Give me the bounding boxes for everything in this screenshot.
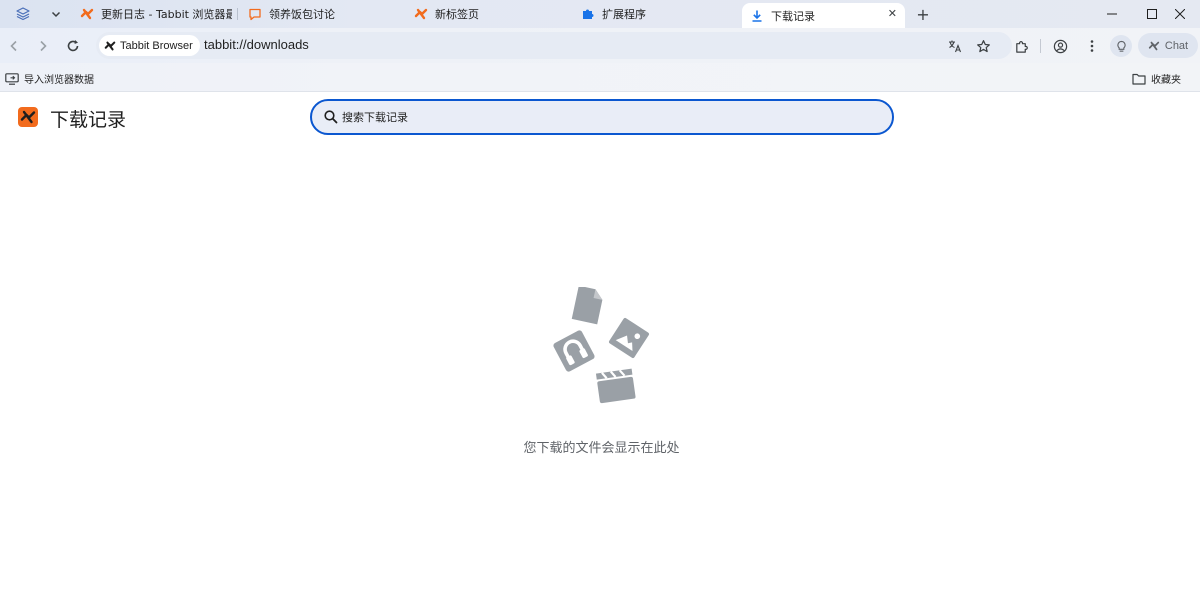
favorites-folder[interactable]: 收藏夹 — [1132, 71, 1181, 86]
audio-file-icon — [553, 330, 595, 372]
plus-icon: + — [916, 4, 930, 24]
arrow-right-icon — [40, 40, 47, 52]
back-button[interactable] — [3, 35, 25, 57]
more-vert-icon — [1090, 40, 1094, 52]
tab-groups-button[interactable] — [12, 4, 34, 24]
site-chip-label: Tabbit Browser — [120, 39, 193, 52]
empty-downloads-illustration — [553, 287, 649, 404]
translate-button[interactable] — [946, 37, 964, 55]
search-input[interactable] — [342, 108, 882, 126]
comment-icon — [248, 7, 262, 21]
close-tab-icon[interactable]: ✕ — [888, 7, 897, 20]
address-bar[interactable]: Tabbit Browser tabbit://downloads — [96, 32, 1012, 59]
import-label: 导入浏览器数据 — [24, 75, 94, 86]
tab-changelog[interactable]: 更新日志 - Tabbit 浏览器最新 — [72, 3, 232, 25]
reload-icon — [67, 40, 79, 52]
minimize-button[interactable] — [1092, 0, 1132, 28]
page-title: 下载记录 — [50, 109, 127, 131]
search-icon — [324, 110, 338, 124]
tabbit-logo-icon — [414, 7, 428, 21]
account-icon — [1053, 39, 1067, 53]
tabbit-logo-icon — [18, 107, 38, 127]
reload-button[interactable] — [62, 35, 84, 57]
tab-title: 领养饭包讨论 — [269, 8, 335, 21]
bookmarks-bar: 导入浏览器数据 收藏夹 — [0, 63, 1200, 92]
close-window-button[interactable] — [1160, 0, 1200, 28]
maximize-icon — [1147, 9, 1157, 19]
empty-state-message: 您下载的文件会显示在此处 — [523, 441, 680, 456]
downloads-page: 下载记录 您下载的文 — [0, 93, 1200, 600]
download-icon — [750, 9, 764, 23]
puzzle-icon — [1015, 40, 1028, 53]
url-text[interactable]: tabbit://downloads — [204, 37, 309, 52]
layers-icon — [16, 7, 30, 21]
translate-icon — [949, 40, 962, 53]
tab-strip: 更新日志 - Tabbit 浏览器最新 领养饭包讨论 新标签页 扩展程序 — [0, 0, 1200, 28]
minimize-icon — [1107, 13, 1117, 15]
import-browser-data-button[interactable]: 导入浏览器数据 — [5, 71, 94, 86]
sparkle-icon — [1148, 40, 1160, 52]
chat-label: Chat — [1164, 39, 1189, 52]
bookmark-star-button[interactable] — [974, 37, 992, 55]
forward-button[interactable] — [32, 35, 54, 57]
star-icon — [976, 39, 990, 52]
tab-title: 下载记录 — [771, 9, 815, 23]
tab-new-tab[interactable]: 新标签页 — [406, 3, 566, 25]
tab-title: 新标签页 — [435, 8, 479, 21]
menu-button[interactable] — [1082, 36, 1102, 56]
close-icon — [1175, 9, 1185, 19]
toolbar: Tabbit Browser tabbit://downloads Chat — [0, 28, 1200, 63]
document-icon — [571, 287, 603, 325]
tabbit-logo-icon — [80, 7, 94, 21]
tab-extensions[interactable]: 扩展程序 — [573, 3, 733, 25]
tabbit-logo-icon — [104, 41, 116, 50]
tab-search-button[interactable] — [46, 4, 66, 24]
tab-title: 更新日志 - Tabbit 浏览器最新 — [101, 8, 232, 21]
image-icon — [609, 318, 649, 358]
favorites-label: 收藏夹 — [1151, 75, 1181, 86]
tab-downloads[interactable]: 下载记录 ✕ — [742, 3, 905, 28]
search-box[interactable] — [310, 99, 894, 135]
folder-icon — [1132, 73, 1146, 85]
lightbulb-icon — [1116, 40, 1126, 52]
new-tab-button[interactable]: + — [912, 4, 934, 24]
tab-title: 扩展程序 — [602, 8, 646, 21]
chevron-down-icon — [51, 11, 61, 18]
chat-button[interactable]: Chat — [1138, 33, 1198, 58]
video-icon — [595, 368, 636, 404]
profile-button[interactable] — [1050, 36, 1070, 56]
arrow-left-icon — [10, 40, 17, 52]
import-icon — [5, 72, 19, 85]
tab-discussion[interactable]: 领养饭包讨论 — [240, 3, 400, 25]
extensions-button[interactable] — [1011, 36, 1031, 56]
site-info-chip[interactable]: Tabbit Browser — [99, 35, 200, 56]
tips-button[interactable] — [1110, 35, 1132, 57]
puzzle-icon — [581, 7, 595, 21]
